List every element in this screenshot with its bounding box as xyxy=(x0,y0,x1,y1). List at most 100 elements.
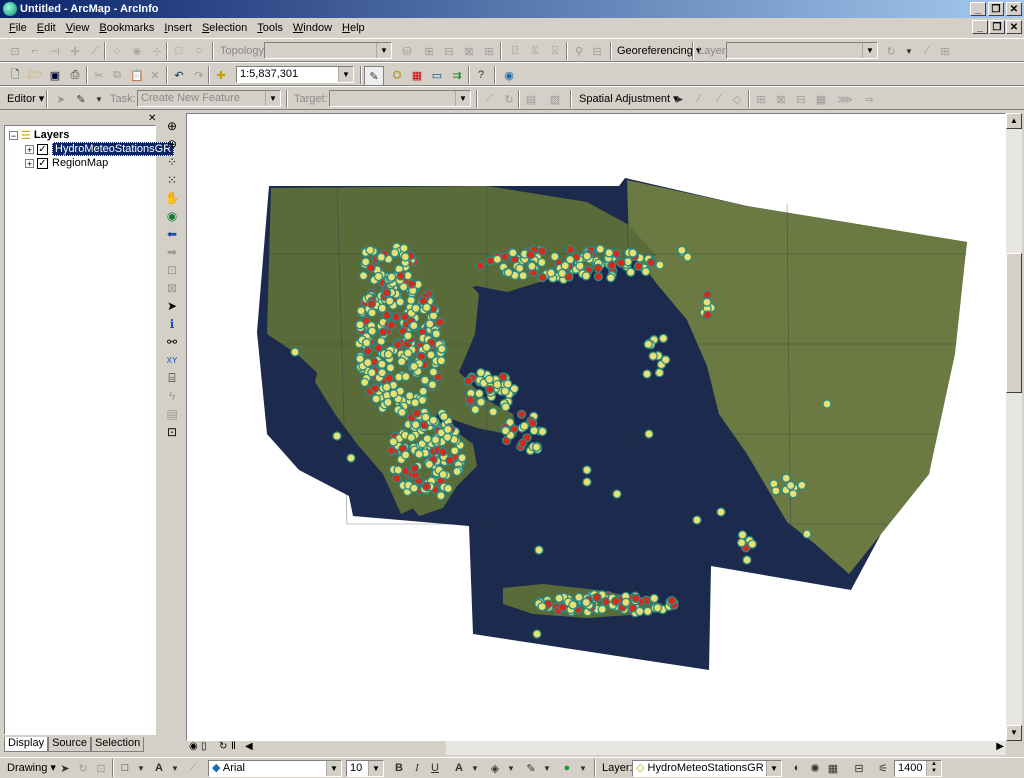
station-marker[interactable] xyxy=(593,263,603,273)
station-marker[interactable] xyxy=(592,592,602,603)
station-marker[interactable] xyxy=(436,491,446,501)
toc-root-layers[interactable]: − ☰ Layers xyxy=(9,128,69,142)
fix-error-icon[interactable]: ⊞ xyxy=(480,42,498,60)
station-marker[interactable] xyxy=(403,331,413,341)
station-marker[interactable] xyxy=(702,289,712,300)
restore-button[interactable]: ❐ xyxy=(988,2,1004,16)
zoom-in-icon[interactable]: ⊕ xyxy=(163,117,181,135)
station-marker[interactable] xyxy=(439,411,449,422)
station-marker[interactable] xyxy=(409,320,419,331)
time-slider-icon[interactable]: ⊡ xyxy=(163,423,181,441)
link-table-icon[interactable]: ⊟ xyxy=(588,42,606,60)
scroll-up-icon[interactable]: ▲ xyxy=(1006,113,1022,129)
spatial-adjustment-menu[interactable]: Spatial Adjustment ▾ xyxy=(576,90,682,108)
station-marker[interactable] xyxy=(442,432,453,442)
sketch-properties-icon[interactable]: ▧ xyxy=(546,90,564,108)
drawing-menu[interactable]: Drawing ▾ xyxy=(4,759,59,777)
station-marker[interactable] xyxy=(377,368,387,378)
edge-match-icon[interactable]: ⋙ xyxy=(836,90,854,108)
scroll-right-icon[interactable]: ▶ xyxy=(996,741,1004,752)
station-marker[interactable] xyxy=(526,250,536,260)
topology-edit-icon[interactable]: ⌐ xyxy=(26,42,44,60)
map-view[interactable] xyxy=(186,113,1006,741)
doc-restore-button[interactable]: ❐ xyxy=(989,20,1005,34)
station-marker[interactable] xyxy=(406,295,416,305)
fixed-zoom-out-icon[interactable]: ⁙ xyxy=(163,171,181,189)
station-marker[interactable] xyxy=(527,261,537,271)
station-marker[interactable] xyxy=(363,357,373,368)
edit-tool-icon[interactable]: ➤ xyxy=(52,90,70,108)
station-marker[interactable] xyxy=(667,595,677,606)
station-marker[interactable] xyxy=(332,431,342,441)
station-marker[interactable] xyxy=(534,545,544,555)
station-marker[interactable] xyxy=(475,261,485,271)
station-marker[interactable] xyxy=(627,603,638,613)
station-marker[interactable] xyxy=(626,267,636,277)
doc-close-button[interactable]: ✕ xyxy=(1006,20,1022,34)
station-marker[interactable] xyxy=(581,271,591,281)
add-data-icon[interactable]: ✚ xyxy=(212,66,230,84)
station-marker[interactable] xyxy=(384,373,394,384)
expand-icon[interactable]: + xyxy=(25,158,34,168)
station-marker[interactable] xyxy=(652,603,663,613)
station-marker[interactable] xyxy=(421,412,431,422)
station-marker[interactable] xyxy=(641,266,651,277)
station-marker[interactable] xyxy=(692,515,702,525)
station-marker[interactable] xyxy=(518,271,528,281)
transparency-icon[interactable]: ▦ xyxy=(824,759,842,777)
sketch-tool-icon[interactable]: ✎ xyxy=(72,90,90,108)
station-marker[interactable] xyxy=(360,377,370,388)
station-marker[interactable] xyxy=(422,434,432,444)
task-combo[interactable]: Create New Feature ▼ xyxy=(137,90,281,107)
print-icon[interactable]: ⎙ xyxy=(66,66,84,84)
forward-extent-icon[interactable]: ➡ xyxy=(163,243,181,261)
station-marker[interactable] xyxy=(397,407,407,418)
station-marker[interactable] xyxy=(582,465,592,475)
cluster-icon[interactable]: ⋇ xyxy=(128,42,146,60)
station-marker[interactable] xyxy=(575,261,585,271)
measure-icon[interactable]: ⌸ xyxy=(163,369,181,387)
station-marker[interactable] xyxy=(367,308,377,318)
station-marker[interactable] xyxy=(385,363,396,373)
station-marker[interactable] xyxy=(403,348,413,358)
station-marker[interactable] xyxy=(465,395,475,405)
menu-edit[interactable]: Edit xyxy=(32,22,61,34)
map-horizontal-scrollbar[interactable]: ▶ xyxy=(446,741,1006,755)
toc-close-icon[interactable]: ✕ xyxy=(148,114,158,124)
station-marker[interactable] xyxy=(401,371,411,382)
station-marker[interactable] xyxy=(514,263,525,273)
station-marker[interactable] xyxy=(607,260,617,270)
station-marker[interactable] xyxy=(435,317,445,327)
open-folder-icon[interactable]: 🗁 xyxy=(26,66,44,84)
station-marker[interactable] xyxy=(366,299,377,309)
station-marker[interactable] xyxy=(702,310,713,320)
undo-icon[interactable]: ↶ xyxy=(170,66,188,84)
fill-color-dropdown-icon[interactable]: ▼ xyxy=(502,759,520,777)
menu-help[interactable]: Help xyxy=(337,22,370,34)
new-limited-adjust-icon[interactable]: ⊠ xyxy=(772,90,790,108)
station-marker[interactable] xyxy=(388,437,399,447)
station-marker[interactable] xyxy=(428,367,439,377)
topology-combo[interactable]: ▼ xyxy=(264,42,392,59)
paste-icon[interactable]: 📋 xyxy=(128,66,146,84)
station-marker[interactable] xyxy=(436,356,446,366)
station-marker[interactable] xyxy=(389,389,399,399)
line-color-dropdown-icon[interactable]: ▼ xyxy=(538,759,556,777)
station-marker[interactable] xyxy=(463,376,473,386)
fix-vertex-icon[interactable]: ✛ xyxy=(66,42,84,60)
new-document-icon[interactable]: 🗋 xyxy=(6,66,24,84)
arctoolbox-window-icon[interactable]: ⛭ xyxy=(388,66,406,84)
station-marker[interactable] xyxy=(644,429,654,439)
station-marker[interactable] xyxy=(736,538,747,548)
save-icon[interactable]: ▣ xyxy=(46,66,64,84)
rectangle-select-icon[interactable]: □ xyxy=(170,42,188,60)
station-marker[interactable] xyxy=(367,326,377,336)
station-marker[interactable] xyxy=(365,245,375,255)
contrast-icon[interactable]: ◐ xyxy=(788,759,806,777)
station-marker[interactable] xyxy=(425,319,435,329)
clear-limited-adjust-icon[interactable]: ⊟ xyxy=(792,90,810,108)
station-marker[interactable] xyxy=(406,432,416,443)
station-marker[interactable] xyxy=(400,450,411,460)
select-features-icon[interactable]: ⊡ xyxy=(163,261,181,279)
link-icon[interactable]: ⚲ xyxy=(570,42,588,60)
